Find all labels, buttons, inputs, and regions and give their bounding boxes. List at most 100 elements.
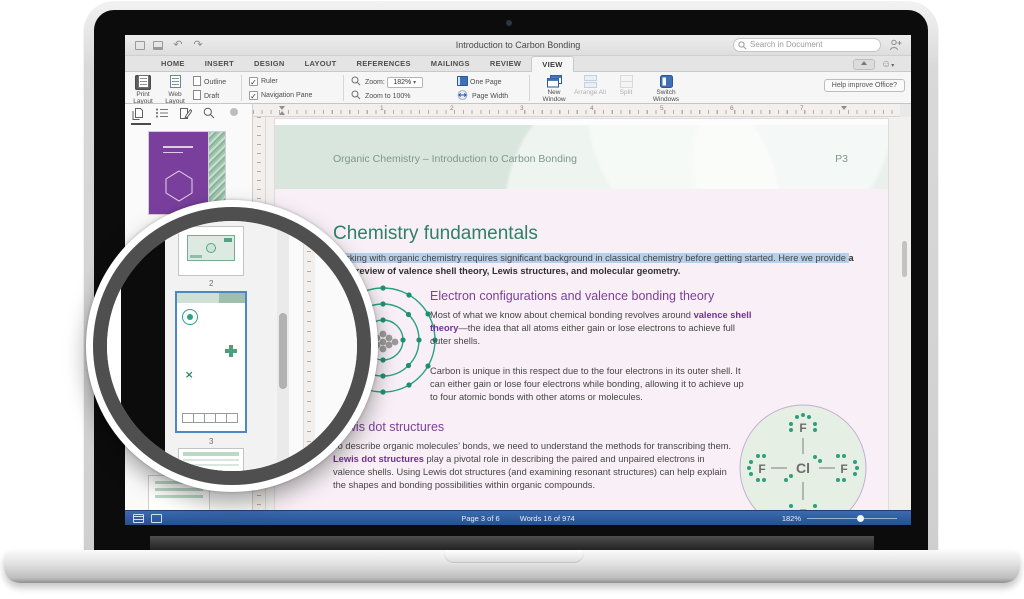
search-input[interactable]: Search in Document [733,38,881,52]
intro-paragraph: Working with organic chemistry requires … [333,252,861,278]
magnified-thumbnail-pane: 2 ⨯ 3 [165,221,277,471]
zoom-slider-thumb[interactable] [857,515,864,522]
page-count[interactable]: Page 3 of 6 [461,514,499,523]
outline-draft-group: Outline Draft [193,76,226,102]
banner-title: Organic Chemistry – Introduction to Carb… [333,153,577,165]
ruler-checkbox[interactable]: ✓Ruler [249,76,312,88]
arrange-all-icon [583,75,598,88]
left-indent-marker[interactable] [279,106,285,110]
magnifier-ring: 2 ⨯ 3 [93,207,371,485]
print-layout-icon [138,75,149,88]
zoom-slider[interactable] [807,518,897,519]
heading-chemistry-fundamentals: Chemistry fundamentals [333,223,538,245]
navpane-check-icon: ✓ [249,91,258,100]
print-layout-button[interactable]: Print Layout [129,74,157,105]
draft-button[interactable]: Draft [193,90,226,102]
zoom-100-button[interactable]: Zoom to 100% [351,90,423,102]
search-pane-tab[interactable] [203,107,223,125]
split-icon [619,75,634,88]
ruler-number: 3 [520,105,524,112]
tab-review[interactable]: REVIEW [480,56,531,72]
feedback-smiley-icon[interactable]: ☺▾ [881,58,903,71]
banner-page-number: P3 [835,153,848,165]
paragraph-lewis: To describe organic molecules’ bonds, we… [333,440,735,492]
page2-label: 2 [209,279,213,288]
scene: ↶ ↷ Introduction to Carbon Bonding Searc… [0,0,1024,599]
ruler-number: 5 [660,105,664,112]
hanging-indent-marker[interactable] [279,111,285,115]
page-width-button[interactable]: Page Width [457,90,508,102]
zoom-100-icon [351,90,361,100]
share-icon[interactable] [889,39,903,52]
right-indent-marker[interactable] [841,106,847,110]
svg-text:F: F [758,462,765,476]
web-layout-icon [170,75,181,88]
mini-plus-icon [225,345,237,357]
page2-thumbnail-magnified[interactable] [179,227,243,275]
tab-insert[interactable]: INSERT [195,56,244,72]
paragraph-carbon: Carbon is unique in this respect due to … [430,365,752,404]
scrollbar-thumb[interactable] [902,241,907,277]
thumbnails-pane-tab[interactable] [131,107,151,125]
one-page-icon [457,76,468,86]
page3-label: 3 [209,437,213,446]
paragraph-valence-shell: Most of what we know about chemical bond… [430,309,752,348]
zoom-value-dropdown[interactable]: 182% ▾ [387,77,423,88]
magnified-page-margin [289,221,357,471]
review-pane-tab[interactable] [179,107,199,125]
ruler-number: 7 [800,105,804,112]
view-ribbon: Print Layout Web Layout Outline Draft ✓R… [125,72,911,104]
outline-pane-tab[interactable] [155,107,175,125]
ruler-number: 1 [380,105,384,112]
magnified-pane-scrollbar [277,221,289,471]
tab-design[interactable]: DESIGN [244,56,295,72]
page1-thumbnail[interactable] [149,132,209,214]
one-page-button[interactable]: One Page [457,76,508,88]
arrange-all-button: Arrange All [573,74,607,96]
tab-home[interactable]: HOME [151,56,195,72]
tab-layout[interactable]: LAYOUT [295,56,347,72]
navigation-pane-checkbox[interactable]: ✓Navigation Pane [249,90,312,102]
help-improve-office-button[interactable]: Help improve Office? [824,79,905,92]
tab-mailings[interactable]: MAILINGS [421,56,480,72]
mini-table-row [182,413,238,423]
switch-windows-icon [659,75,674,88]
word-count[interactable]: Words 16 of 974 [520,514,575,523]
page4-thumbnail-magnified[interactable] [179,449,243,471]
new-window-button[interactable]: New Window [537,74,571,103]
status-zoom-value[interactable]: 182% [782,511,801,525]
selected-text: Working with organic chemistry requires … [333,253,778,263]
status-bar: Page 3 of 6 Words 16 of 974 182% [125,510,911,525]
selected-text: Here we provide [778,253,848,263]
magnified-bezel [121,221,165,471]
mini-atom-icon [182,309,198,325]
ruler-number: 6 [730,105,734,112]
switch-windows-button[interactable]: Switch Windows [649,74,683,103]
collapse-ribbon-button[interactable] [853,59,875,70]
tab-view[interactable]: VIEW [531,56,573,72]
page-banner: Organic Chemistry – Introduction to Carb… [275,125,888,189]
split-button: Split [609,74,643,96]
zoom-icon [351,76,361,86]
horizontal-ruler: 1 2 3 4 5 6 7 [253,104,900,117]
ruler-number: 2 [450,105,454,112]
page-view-group: One Page Page Width [457,76,508,102]
title-bar: ↶ ↷ Introduction to Carbon Bonding Searc… [125,35,911,56]
mini-x-icon: ⨯ [185,371,195,381]
page3-thumbnail-magnified-selected[interactable]: ⨯ [177,293,245,431]
show-group: ✓Ruler ✓Navigation Pane [249,76,312,102]
heading-electron-configurations: Electron configurations and valence bond… [430,289,714,303]
ribbon-tab-row: HOME INSERT DESIGN LAYOUT REFERENCES MAI… [125,56,911,72]
ruler-check-icon: ✓ [249,77,258,86]
zoom-label: Zoom: [365,79,385,86]
new-window-icon [547,75,562,88]
document-scrollbar[interactable] [901,119,908,509]
ruler-number: 4 [590,105,594,112]
pane-close-icon[interactable] [229,107,249,125]
web-layout-button[interactable]: Web Layout [161,74,189,105]
outline-icon [193,76,201,86]
tab-references[interactable]: REFERENCES [347,56,421,72]
zoom-group: Zoom: 182% ▾ Zoom to 100% [351,76,423,102]
webcam [506,20,512,26]
outline-button[interactable]: Outline [193,76,226,88]
